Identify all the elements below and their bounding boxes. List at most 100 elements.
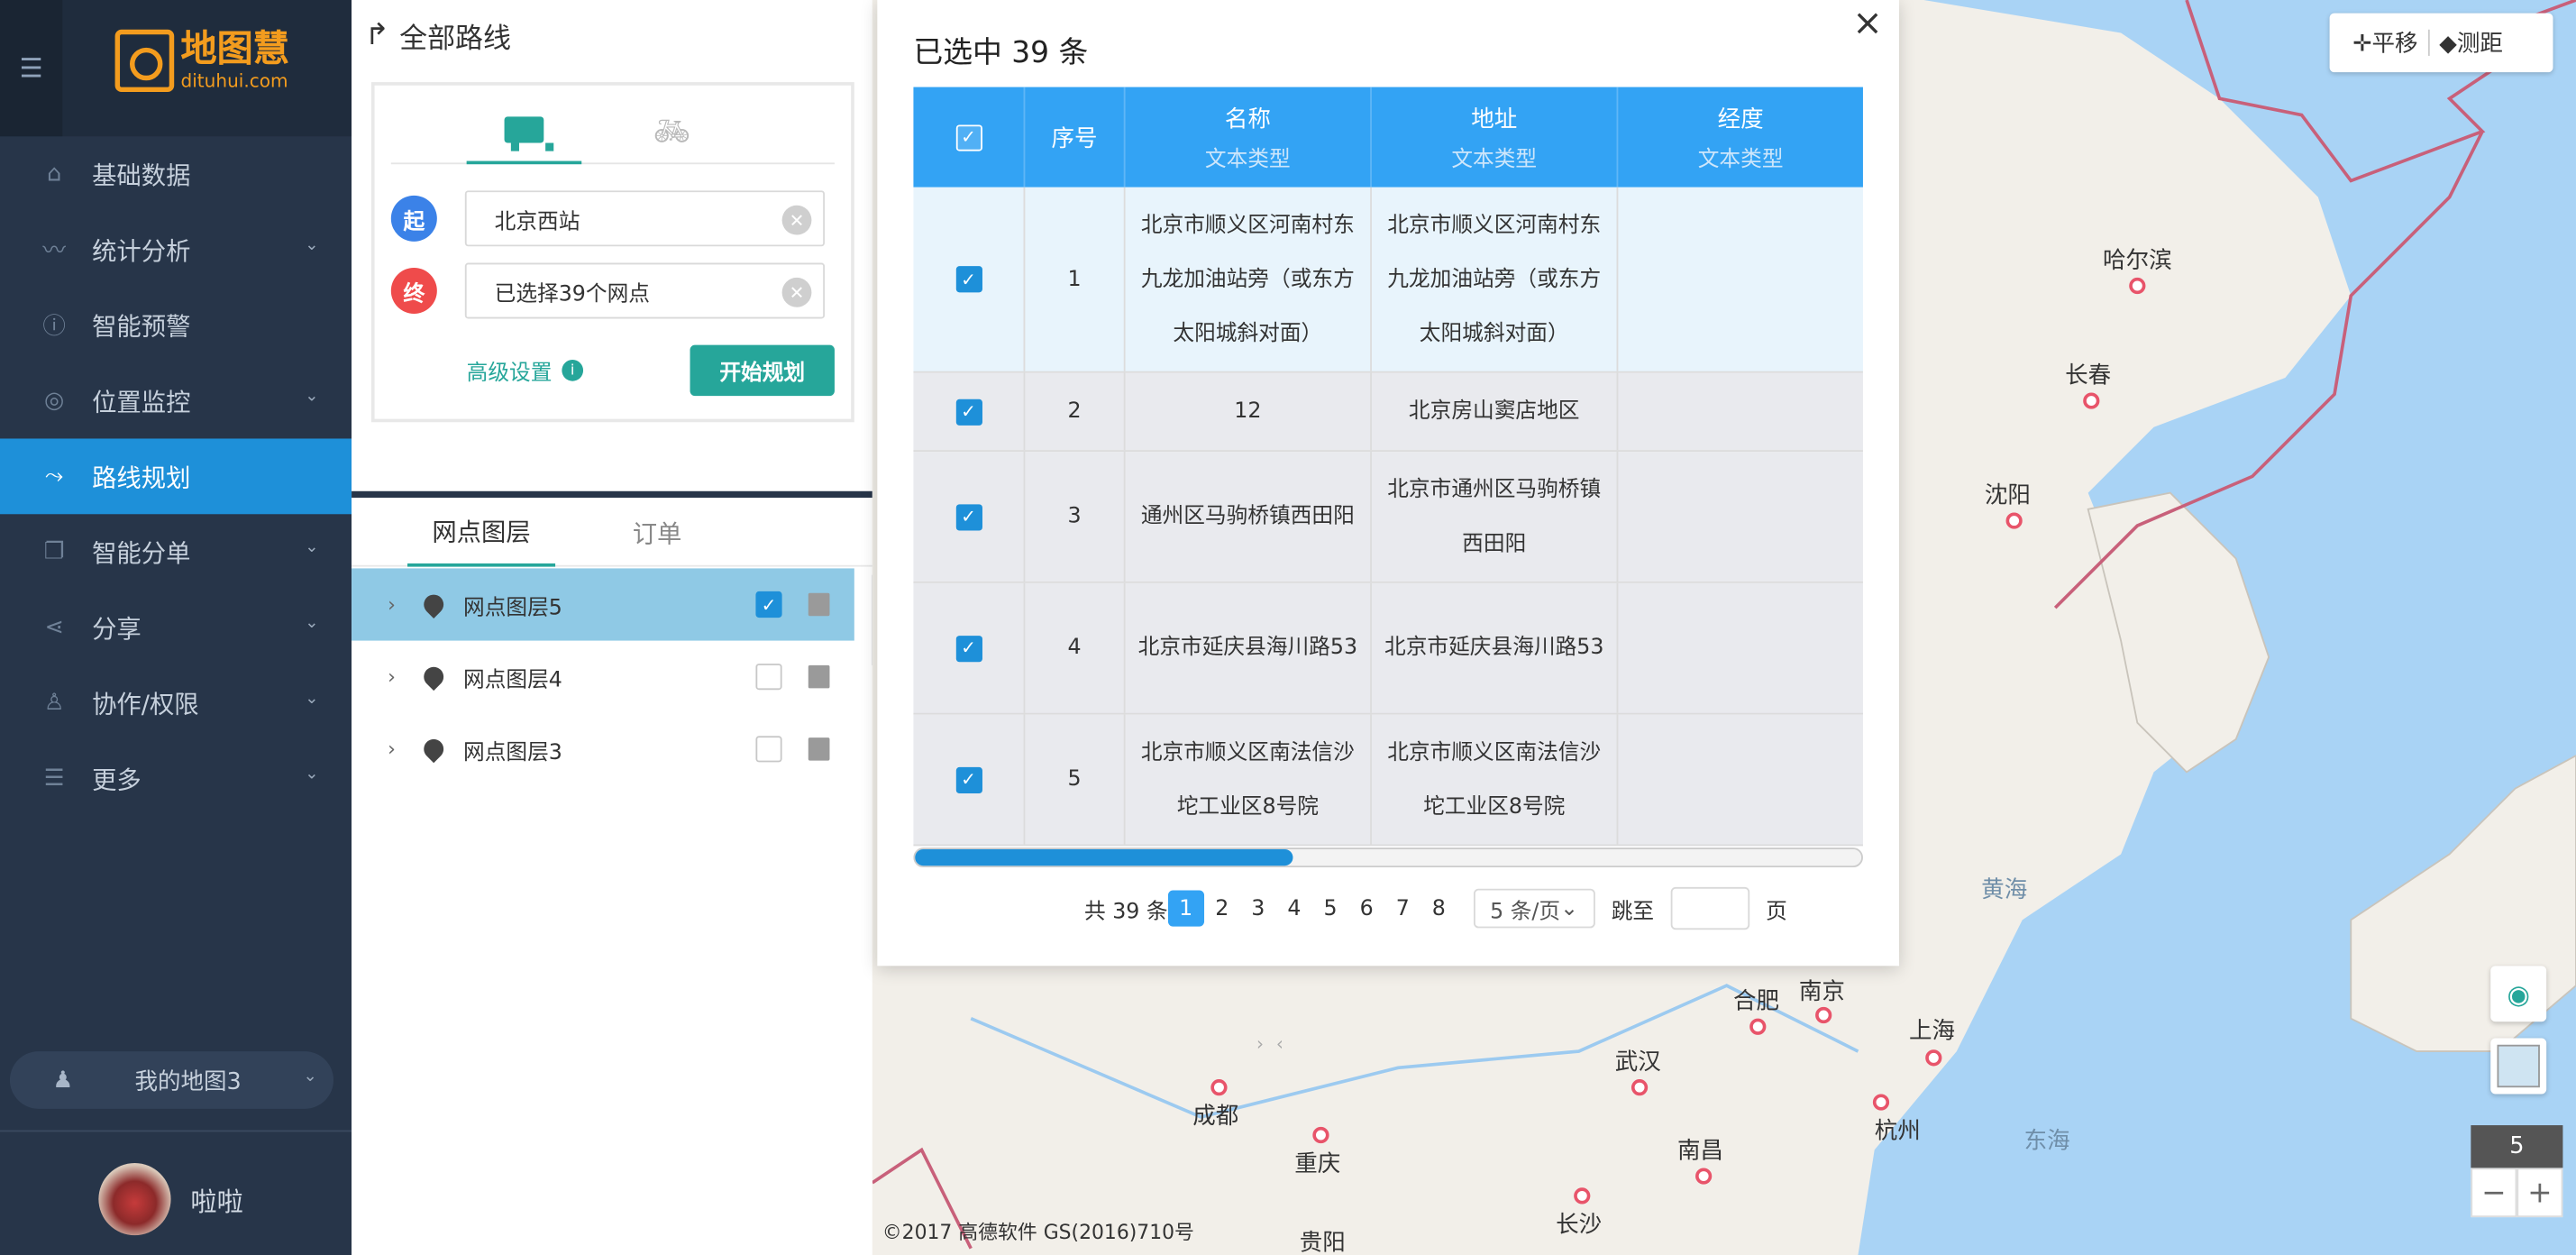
cell-name: 北京市顺义区河南村东九龙加油站旁（或东方太阳城斜对面）: [1126, 187, 1372, 371]
city-marker[interactable]: [2129, 277, 2146, 295]
chevron-right-icon[interactable]: ›: [388, 593, 407, 617]
city-marker[interactable]: [2005, 512, 2023, 529]
sidebar-item-statistics[interactable]: 〰统计分析 ⌄: [0, 212, 352, 288]
sidebar-item-share[interactable]: ⋖ 分享 ⌄: [0, 590, 352, 665]
sidebar-item-smart-dispatch[interactable]: ❐ 智能分单 ⌄: [0, 514, 352, 590]
layer-checkbox[interactable]: [755, 664, 782, 691]
page-4[interactable]: 4: [1276, 891, 1312, 927]
tab-truck[interactable]: [466, 98, 582, 165]
tab-layers[interactable]: 网点图层: [407, 498, 556, 567]
header-select-all: ✓: [913, 87, 1026, 188]
city-marker[interactable]: [1312, 1126, 1329, 1144]
logo-cn: 地图慧: [180, 29, 289, 71]
sidebar-item-label: 智能分单: [92, 537, 191, 568]
city-marker[interactable]: [1872, 1094, 1890, 1111]
start-input-value: 北京西站: [494, 209, 580, 234]
list-icon: ☰: [43, 765, 65, 792]
page-size-select[interactable]: 5 条/页 ⌄: [1473, 888, 1595, 929]
start-planning-button[interactable]: 开始规划: [690, 344, 835, 397]
document-icon[interactable]: [808, 737, 830, 761]
my-map-selector[interactable]: ♟ 我的地图3 ⌄: [9, 1051, 334, 1109]
measure-tool[interactable]: ◆测距: [2439, 26, 2503, 59]
page-7[interactable]: 7: [1384, 891, 1420, 927]
header-label: 经度: [1717, 106, 1764, 133]
sidebar-item-more[interactable]: ☰ 更多 ⌄: [0, 741, 352, 817]
zoom-in-button[interactable]: +: [2517, 1168, 2563, 1218]
horizontal-scrollbar[interactable]: [913, 847, 1863, 868]
sidebar-item-route-planning[interactable]: ⤳ 路线规划: [0, 438, 352, 515]
pan-tool[interactable]: ✛平移: [2352, 26, 2417, 59]
scrollbar-thumb[interactable]: [915, 848, 1294, 866]
city-marker[interactable]: [1815, 1006, 1832, 1024]
tab-orders[interactable]: 订单: [598, 498, 716, 567]
header-address[interactable]: 地址 文本类型: [1372, 87, 1619, 188]
chevron-right-icon[interactable]: ›: [388, 737, 407, 761]
next-page-icon[interactable]: ›: [1084, 1025, 1436, 1061]
sidebar-item-location-monitor[interactable]: ◎ 位置监控 ⌄: [0, 363, 352, 439]
user-profile[interactable]: 啦啦: [98, 1162, 243, 1236]
location-pin-icon: [419, 735, 448, 764]
document-icon[interactable]: [808, 592, 830, 617]
sidebar-item-alerts[interactable]: ⓘ 智能预警: [0, 288, 352, 363]
info-icon[interactable]: i: [562, 360, 584, 381]
row-checkbox[interactable]: ✓: [955, 765, 982, 793]
city-marker[interactable]: [2083, 392, 2100, 409]
close-icon[interactable]: ×: [1852, 4, 1883, 45]
minimap-button[interactable]: [2490, 1038, 2547, 1095]
layer-checkbox[interactable]: [755, 736, 782, 763]
header-name[interactable]: 名称 文本类型: [1126, 87, 1372, 188]
eye-icon[interactable]: ◉: [2490, 966, 2547, 1022]
points-table: ✓ 序号 名称 文本类型 地址 文本类型 经度 文本类型 ✓ 1 北京市顺义区河南村东…: [913, 87, 1863, 847]
layer-row[interactable]: › 网点图层5 ✓: [352, 568, 854, 641]
row-checkbox[interactable]: ✓: [955, 503, 982, 530]
table-row[interactable]: ✓ 3 通州区马驹桥镇西田阳 北京市通州区马驹桥镇西田阳: [913, 452, 1863, 583]
jump-label: 跳至: [1611, 899, 1655, 924]
table-row[interactable]: ✓ 4 北京市延庆县海川路53 北京市延庆县海川路53: [913, 582, 1863, 715]
table-row[interactable]: ✓ 1 北京市顺义区河南村东九龙加油站旁（或东方太阳城斜对面） 北京市顺义区河南…: [913, 187, 1863, 373]
city-label: 长沙: [1556, 1212, 1603, 1239]
city-label: 杭州: [1874, 1118, 1921, 1145]
page-8[interactable]: 8: [1420, 891, 1457, 927]
city-marker[interactable]: [1695, 1168, 1713, 1185]
layer-row[interactable]: › 网点图层3: [352, 713, 854, 785]
city-marker[interactable]: [1210, 1079, 1228, 1096]
sidebar-nav: ⌂ 基础数据 〰统计分析 ⌄ ⓘ 智能预警 ◎ 位置监控 ⌄ ⤳ 路线规划 ❐ 智能分单 ⌄ ⋖…: [0, 136, 352, 816]
menu-collapse-icon[interactable]: ☰: [0, 0, 63, 137]
city-marker[interactable]: [1925, 1049, 1942, 1067]
end-input[interactable]: 已选择39个网点 ✕: [464, 262, 825, 319]
jump-page-input[interactable]: [1670, 886, 1749, 930]
city-marker[interactable]: [1631, 1079, 1649, 1096]
row-checkbox[interactable]: ✓: [955, 266, 982, 293]
row-checkbox[interactable]: ✓: [955, 398, 982, 425]
page-5[interactable]: 5: [1312, 891, 1348, 927]
city-label: 长春: [2065, 362, 2112, 389]
sidebar-item-permissions[interactable]: ♙ 协作/权限 ⌄: [0, 665, 352, 741]
page-6[interactable]: 6: [1348, 891, 1384, 927]
page-unit-label: 页: [1766, 899, 1787, 924]
chevron-down-icon: ⌄: [305, 765, 319, 784]
logo[interactable]: 地图慧 dituhui.com: [114, 29, 289, 93]
table-row[interactable]: ✓ 5 北京市顺义区南法信沙坨工业区8号院 北京市顺义区南法信沙坨工业区8号院: [913, 714, 1863, 847]
layer-row[interactable]: › 网点图层4: [352, 641, 854, 713]
city-marker[interactable]: [1749, 1018, 1767, 1035]
tab-bike[interactable]: 🚲︎: [615, 98, 730, 164]
clear-icon[interactable]: ✕: [781, 277, 812, 307]
cell-address: 北京市顺义区南法信沙坨工业区8号院: [1372, 714, 1619, 845]
table-row[interactable]: ✓ 2 12 北京房山窦店地区: [913, 372, 1863, 453]
document-icon[interactable]: [808, 664, 830, 689]
page-3[interactable]: 3: [1240, 891, 1276, 927]
page-1[interactable]: 1: [1167, 890, 1204, 927]
city-marker[interactable]: [1574, 1187, 1591, 1205]
page-2[interactable]: 2: [1204, 891, 1240, 927]
zoom-out-button[interactable]: −: [2471, 1168, 2517, 1218]
clear-icon[interactable]: ✕: [781, 205, 812, 235]
table-header: ✓ 序号 名称 文本类型 地址 文本类型 经度 文本类型: [913, 87, 1863, 188]
header-longitude[interactable]: 经度 文本类型: [1618, 87, 1863, 188]
select-all-checkbox[interactable]: ✓: [955, 124, 982, 151]
row-checkbox[interactable]: ✓: [955, 635, 982, 662]
chevron-right-icon[interactable]: ›: [388, 665, 407, 689]
advanced-settings-link[interactable]: 高级设置 i: [467, 355, 584, 386]
layer-checkbox[interactable]: ✓: [755, 591, 782, 618]
start-input[interactable]: 北京西站 ✕: [464, 190, 825, 247]
sidebar-item-basic-data[interactable]: ⌂ 基础数据: [0, 136, 352, 212]
